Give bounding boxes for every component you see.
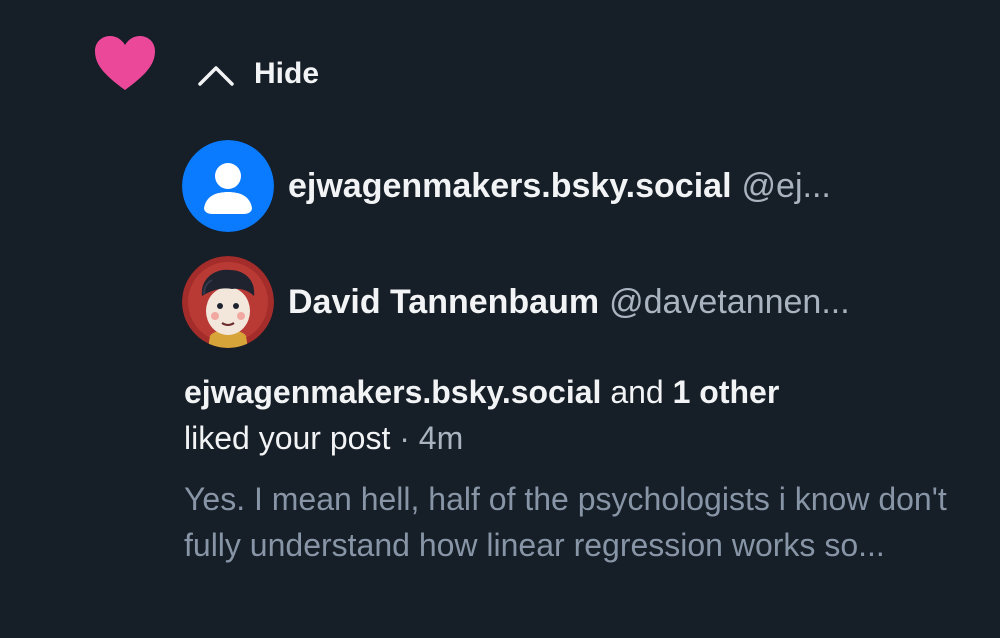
liker-handle[interactable]: @ej... [742,167,831,205]
summary-separator: · [390,420,419,456]
post-preview[interactable]: Yes. I mean hell, half of the psychologi… [184,476,974,568]
liker-handle[interactable]: @davetannen... [609,283,850,321]
hide-label: Hide [254,57,320,90]
liker-row[interactable]: ejwagenmakers.bsky.social @ej... [182,140,972,232]
summary-connector: and [601,374,673,410]
default-user-avatar-icon [182,140,274,232]
cartoon-boy-avatar-icon [182,256,274,348]
liker-text: David Tannenbaum @davetannen... [288,280,850,324]
summary-action: liked your post [184,420,391,456]
liker-display-name[interactable]: David Tannenbaum [288,283,599,321]
summary-actor[interactable]: ejwagenmakers.bsky.social [184,374,601,410]
liker-display-name[interactable]: ejwagenmakers.bsky.social [288,167,732,205]
avatar[interactable] [182,256,274,348]
notification-summary: ejwagenmakers.bsky.social and 1 other lik… [184,369,964,461]
liker-row[interactable]: David Tannenbaum @davetannen... [182,256,972,348]
summary-time: 4m [418,420,464,456]
like-notification[interactable]: Hide ejwagenmakers.bsky.social @ej... Da… [0,0,1000,638]
hide-likers-toggle[interactable]: Hide [196,52,319,96]
liker-text: ejwagenmakers.bsky.social @ej... [288,164,831,208]
heart-icon [95,36,155,90]
summary-others: 1 other [672,374,780,410]
chevron-up-icon [198,66,234,86]
avatar[interactable] [182,140,274,232]
